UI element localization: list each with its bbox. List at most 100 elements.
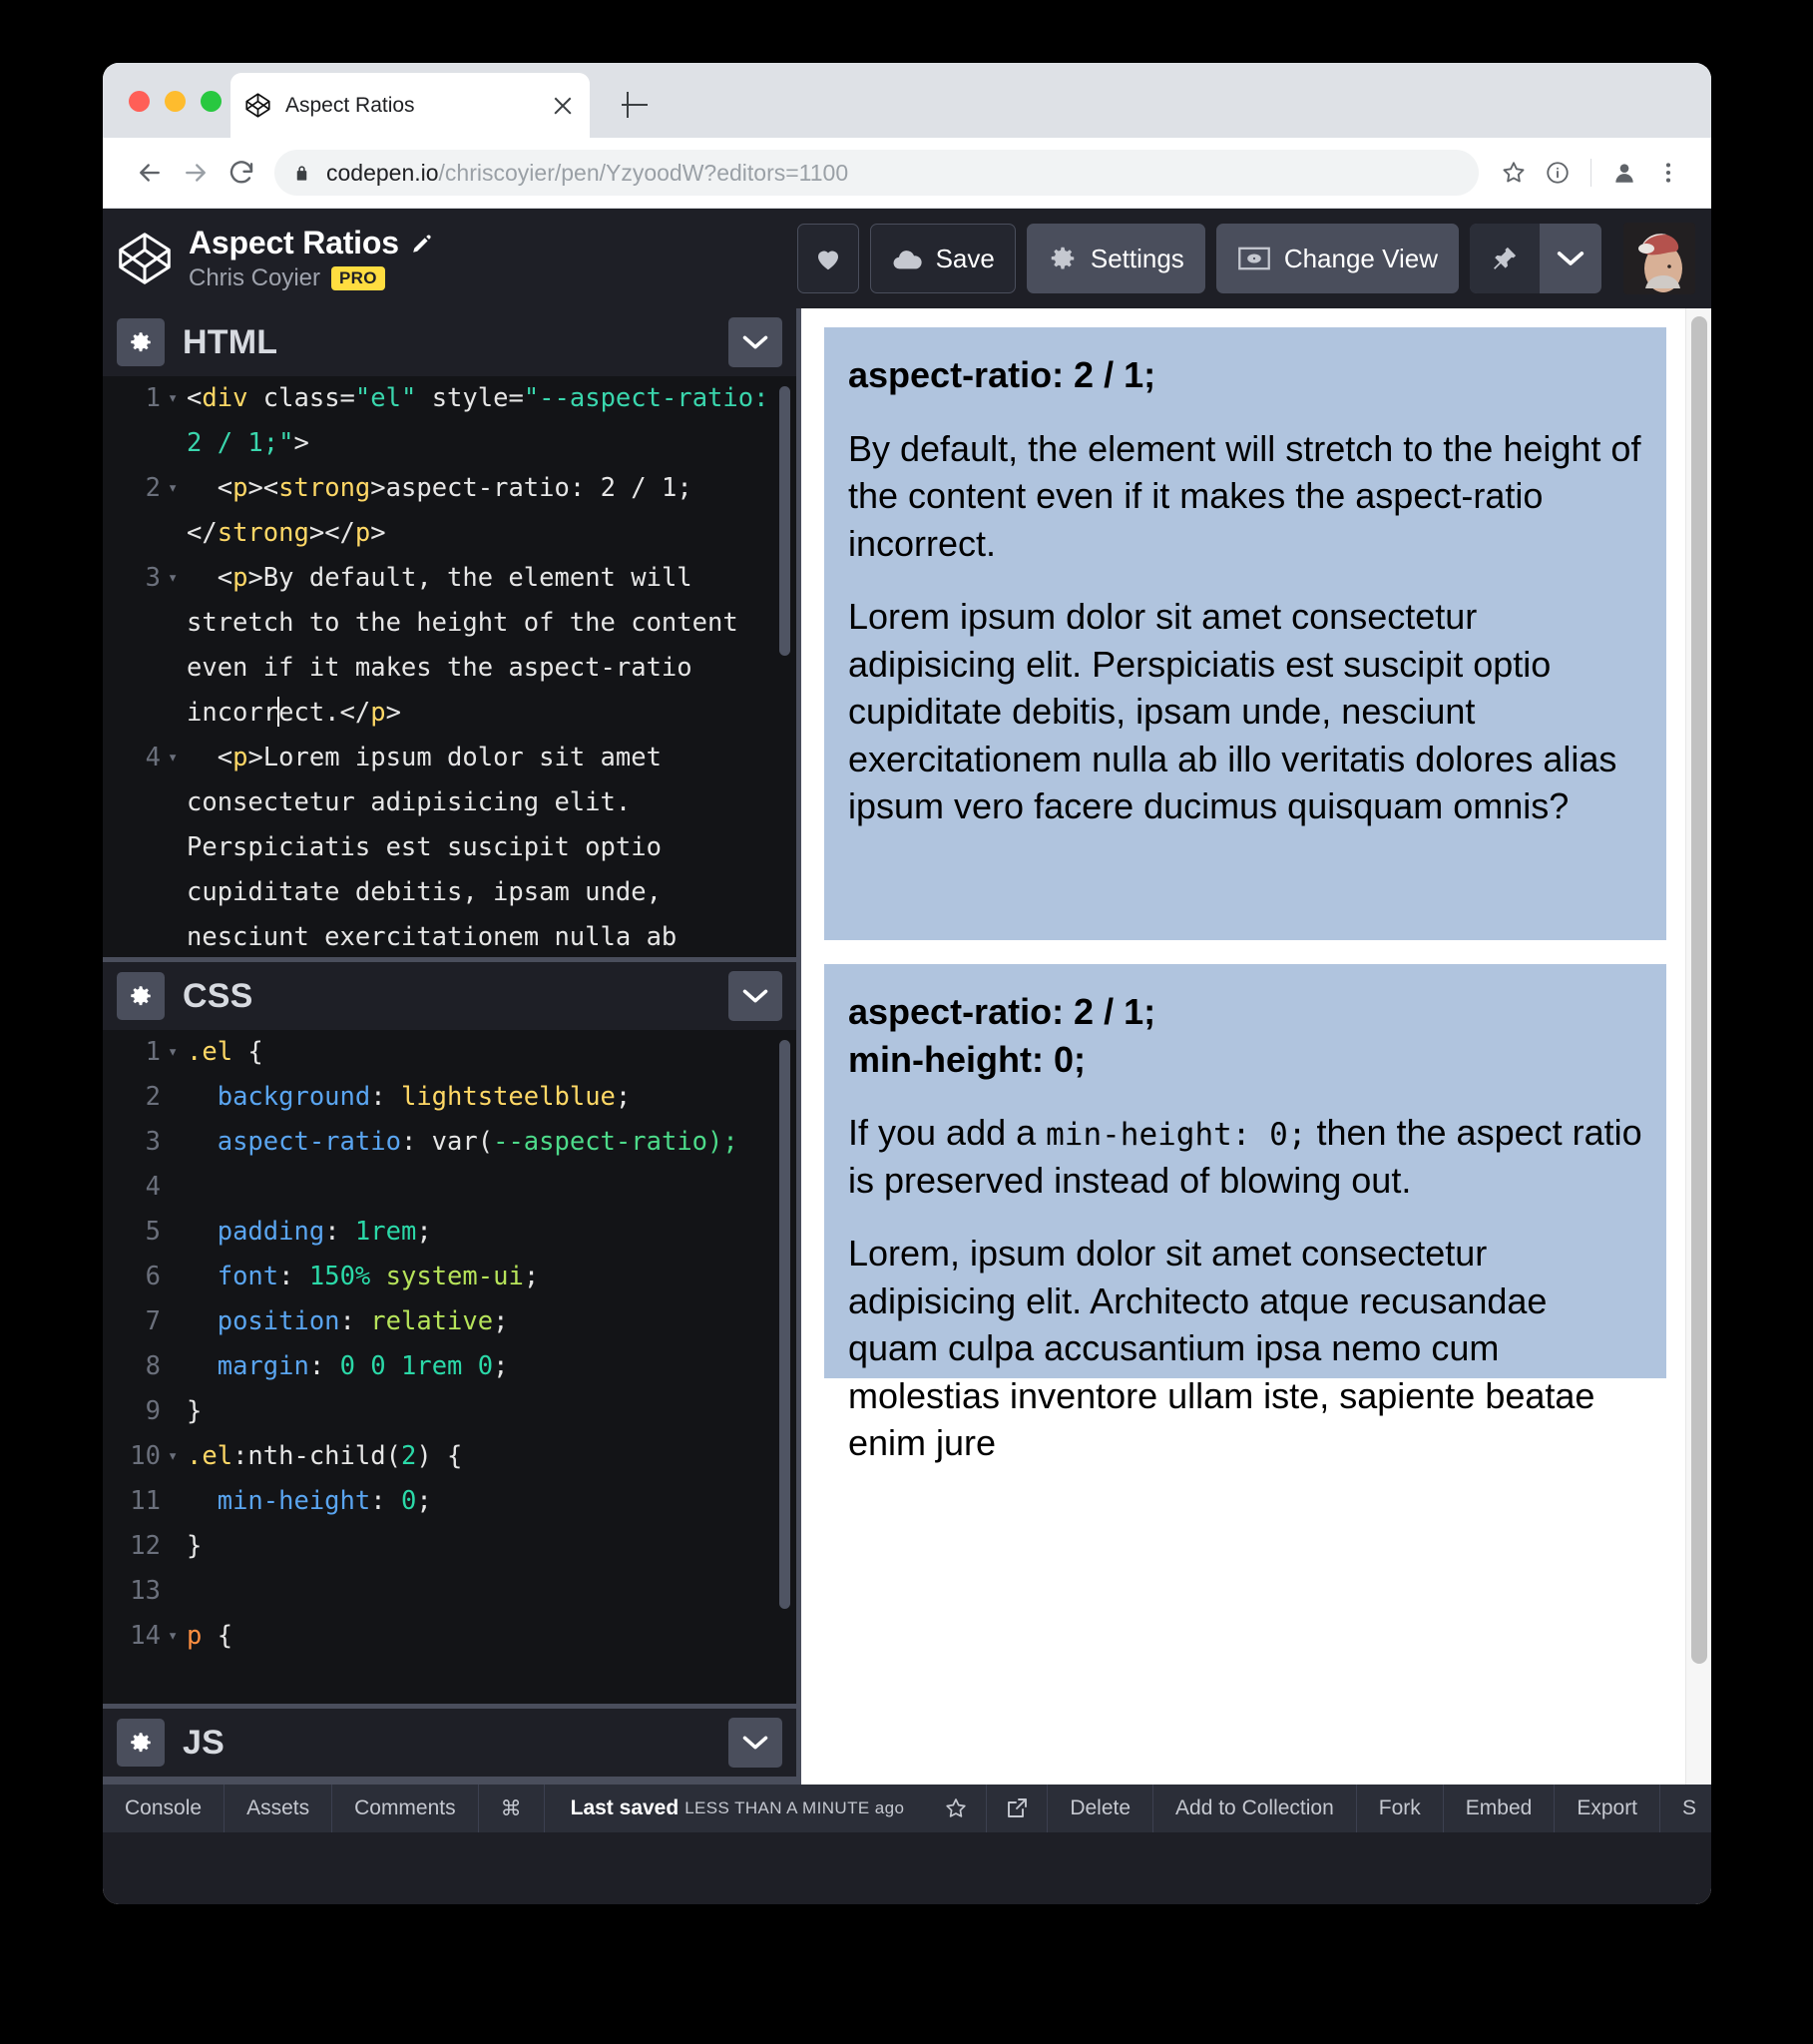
window-traffic-lights <box>129 91 222 112</box>
line-number: 14 <box>130 1621 161 1651</box>
delete-button[interactable]: Delete <box>1048 1785 1154 1832</box>
fold-arrow-icon[interactable]: ▾ <box>165 376 187 466</box>
comments-button[interactable]: Comments <box>332 1785 479 1832</box>
code-line: 7 position: relative; <box>103 1299 796 1344</box>
pin-dropdown-button[interactable] <box>1540 224 1601 293</box>
line-number: 1 <box>145 383 161 413</box>
chevron-down-icon <box>742 989 768 1003</box>
codepen-logo-icon[interactable] <box>117 231 173 286</box>
gear-icon <box>1051 247 1075 269</box>
fold-arrow-icon[interactable]: ▾ <box>165 1434 187 1479</box>
love-button[interactable] <box>796 224 859 293</box>
code-text: padding: 1rem; <box>217 1217 432 1247</box>
line-number: 3 <box>145 1127 161 1157</box>
html-code-area[interactable]: 1 ▾ <div class="el" style="--aspect-ratio:… <box>103 376 796 957</box>
preview-scrollbar-track[interactable] <box>1685 308 1711 1832</box>
three-dot-menu-icon[interactable] <box>1647 152 1689 194</box>
min-height-code: min-height: 0; <box>1046 1117 1307 1154</box>
console-button[interactable]: Console <box>103 1785 226 1832</box>
assets-button[interactable]: Assets <box>225 1785 333 1832</box>
preview-block-1: aspect-ratio: 2 / 1; By default, the ele… <box>824 327 1666 940</box>
code-text: aspect-ratio: var(--aspect-ratio); <box>217 1127 738 1157</box>
css-code-area[interactable]: 1 ▾ .el { 2 background: lightsteelblue; 3 … <box>103 1030 796 1704</box>
css-settings-button[interactable] <box>117 972 165 1020</box>
page-title: Aspect Ratios <box>189 225 399 260</box>
export-button[interactable]: Export <box>1555 1785 1661 1832</box>
url-input[interactable]: codepen.io/chriscoyier/pen/YzyoodW?edito… <box>274 150 1479 196</box>
fold-arrow-icon[interactable]: ▾ <box>165 556 187 736</box>
minimize-window-button[interactable] <box>165 91 186 112</box>
html-collapse-button[interactable] <box>728 317 782 367</box>
share-button[interactable]: S <box>1660 1785 1711 1832</box>
info-circle-icon[interactable] <box>1537 152 1579 194</box>
fork-button[interactable]: Fork <box>1357 1785 1444 1832</box>
lock-icon <box>296 165 307 181</box>
text-cursor <box>277 697 280 727</box>
code-line: 1 ▾ .el { <box>103 1030 796 1075</box>
reload-icon[interactable] <box>219 150 264 196</box>
forward-arrow-icon[interactable] <box>173 150 219 196</box>
line-number: 7 <box>145 1306 161 1336</box>
code-line: 4 <box>103 1165 796 1210</box>
code-text: .el:nth-child(2) { <box>187 1441 463 1471</box>
last-saved-label: Last saved <box>570 1796 680 1819</box>
external-link-icon[interactable] <box>987 1785 1049 1832</box>
code-line: 3 ▾ <p>By default, the element will stret… <box>103 556 796 736</box>
line-number: 2 <box>145 473 161 503</box>
settings-button[interactable]: Settings <box>1026 224 1205 293</box>
last-saved-time: LESS THAN A MINUTE ago <box>684 1798 905 1817</box>
close-window-button[interactable] <box>129 91 150 112</box>
css-editor-scrollbar[interactable] <box>779 1040 790 1609</box>
html-editor-scrollbar[interactable] <box>779 386 790 656</box>
line-number: 11 <box>130 1486 161 1516</box>
preview-block-1-heading: aspect-ratio: 2 / 1; <box>848 351 1642 399</box>
fold-arrow-icon[interactable]: ▾ <box>165 466 187 556</box>
code-text: min-height: 0; <box>217 1486 432 1516</box>
pro-badge: PRO <box>331 266 385 290</box>
save-button[interactable]: Save <box>869 224 1016 293</box>
browser-tab[interactable]: Aspect Ratios <box>230 73 590 138</box>
css-collapse-button[interactable] <box>728 971 782 1021</box>
new-tab-icon[interactable] <box>615 85 655 125</box>
profile-avatar-icon[interactable] <box>1603 152 1645 194</box>
code-line: 2 ▾ <p><strong>aspect-ratio: 2 / 1;</stro… <box>103 466 796 556</box>
user-avatar-image <box>1623 223 1695 294</box>
js-settings-button[interactable] <box>117 1719 165 1767</box>
html-settings-button[interactable] <box>117 318 165 366</box>
back-arrow-icon[interactable] <box>127 150 173 196</box>
star-icon[interactable] <box>1493 152 1535 194</box>
maximize-window-button[interactable] <box>201 91 222 112</box>
change-view-button[interactable]: Change View <box>1215 224 1459 293</box>
fold-arrow-icon[interactable]: ▾ <box>165 1614 187 1659</box>
browser-tab-strip: Aspect Ratios <box>103 63 1711 138</box>
embed-button[interactable]: Embed <box>1444 1785 1556 1832</box>
fold-arrow-icon[interactable]: ▾ <box>165 1030 187 1075</box>
preview-block-2-heading: aspect-ratio: 2 / 1; min-height: 0; <box>848 988 1642 1083</box>
line-number: 9 <box>145 1396 161 1426</box>
editor-js-label: JS <box>183 1723 225 1762</box>
chevron-down-icon <box>742 1736 768 1750</box>
pin-button[interactable] <box>1470 224 1540 293</box>
close-icon[interactable] <box>550 93 576 119</box>
fold-arrow-icon[interactable]: ▾ <box>165 736 187 957</box>
pencil-icon[interactable] <box>411 233 433 255</box>
avatar[interactable] <box>1623 223 1695 294</box>
preview-pane: aspect-ratio: 2 / 1; By default, the ele… <box>801 308 1711 1832</box>
star-icon[interactable] <box>926 1785 988 1832</box>
js-collapse-button[interactable] <box>728 1718 782 1768</box>
code-line: 12} <box>103 1524 796 1569</box>
shortcut-button[interactable]: ⌘ <box>479 1785 545 1832</box>
author-name[interactable]: Chris Coyier <box>189 264 320 292</box>
code-line: 11 min-height: 0; <box>103 1479 796 1524</box>
browser-tab-title: Aspect Ratios <box>285 93 415 117</box>
add-to-collection-button[interactable]: Add to Collection <box>1153 1785 1357 1832</box>
preview-scrollbar-thumb[interactable] <box>1691 316 1707 1664</box>
preview-block-2-paragraph-2: Lorem, ipsum dolor sit amet consectetur … <box>848 1233 1595 1464</box>
